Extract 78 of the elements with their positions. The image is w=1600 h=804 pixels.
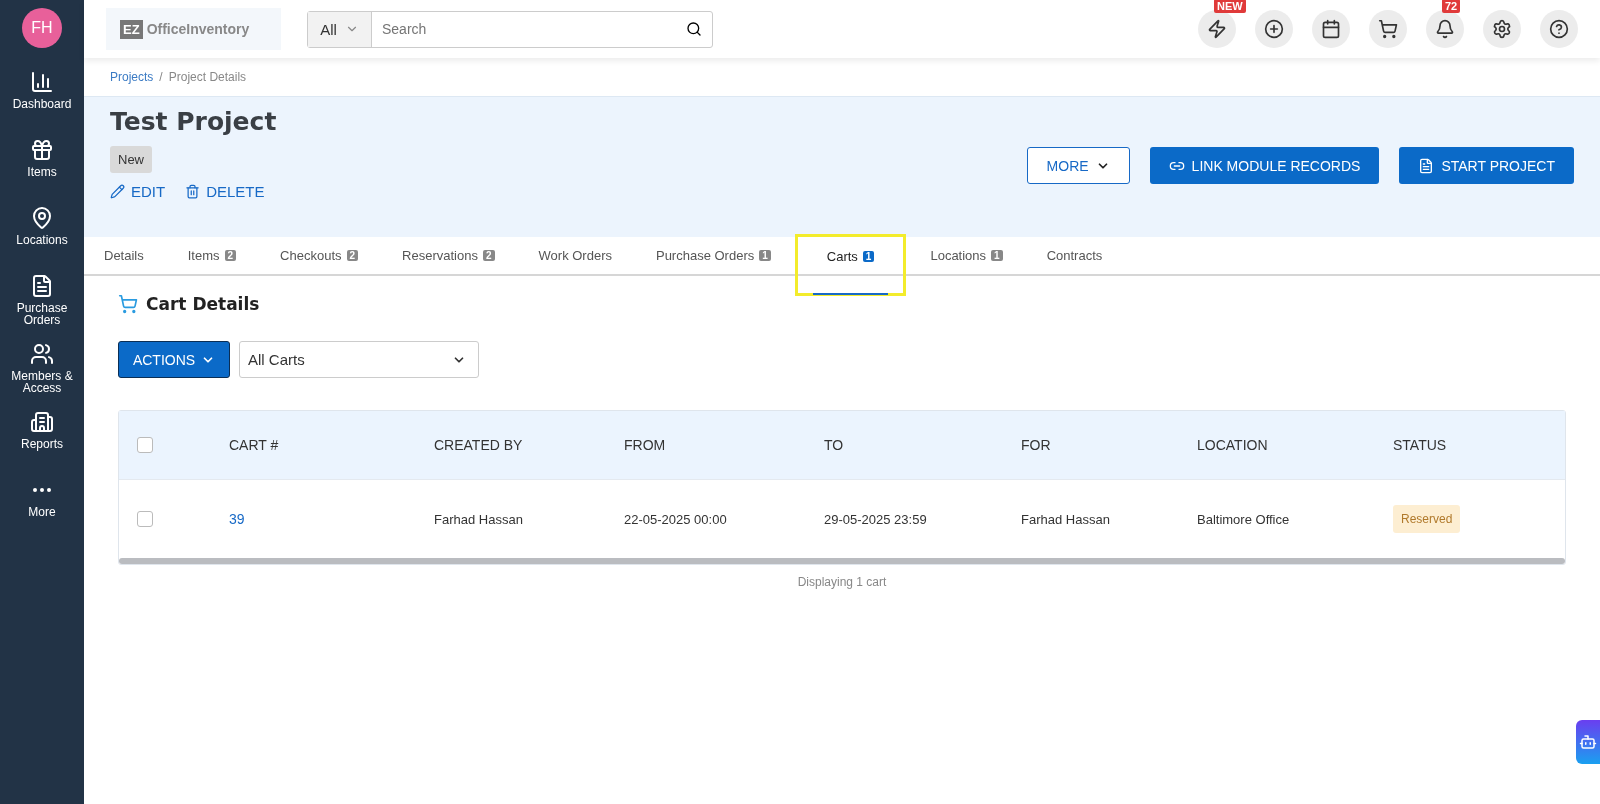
tab[interactable]: Checkouts 2 xyxy=(262,237,377,274)
sidebar-item[interactable]: Reports xyxy=(21,438,63,450)
sidebar-item[interactable]: Purchase Orders xyxy=(2,302,82,326)
tab[interactable]: Details xyxy=(86,237,162,274)
column-header: LOCATION xyxy=(1197,437,1269,453)
tab[interactable]: Locations 1 xyxy=(912,237,1021,274)
delete-link[interactable]: DELETE xyxy=(185,183,265,200)
sidebar-item[interactable]: More xyxy=(28,506,56,518)
chart-icon[interactable] xyxy=(30,70,54,94)
lightning-button[interactable] xyxy=(1198,10,1236,48)
start-project-button[interactable]: START PROJECT xyxy=(1399,147,1574,184)
add-button[interactable] xyxy=(1255,10,1293,48)
tab[interactable]: Contracts xyxy=(1028,237,1121,274)
cart-icon xyxy=(118,294,138,314)
lightning-icon[interactable] xyxy=(1207,19,1227,39)
column-header: CREATED BY xyxy=(434,437,524,453)
breadcrumb-separator: / xyxy=(159,70,163,84)
project-title: Test Project xyxy=(110,107,277,136)
breadcrumb-link[interactable]: Projects xyxy=(110,70,154,84)
pencil-icon[interactable] xyxy=(110,184,125,199)
select-all-checkbox[interactable] xyxy=(137,437,153,453)
column-header: CART # xyxy=(229,437,280,453)
table-cell-text: 22-05-2025 00:00 xyxy=(624,511,728,527)
building-icon[interactable] xyxy=(30,410,54,434)
tab[interactable]: Items 2 xyxy=(169,237,255,274)
scrollbar[interactable] xyxy=(119,558,1565,564)
gift-icon[interactable] xyxy=(30,138,54,162)
help-icon[interactable] xyxy=(1549,19,1569,39)
section-title: Cart Details xyxy=(146,294,260,314)
people-icon[interactable] xyxy=(30,342,54,366)
map-pin-icon[interactable] xyxy=(30,206,54,230)
search-field[interactable]: All Search xyxy=(307,10,713,48)
link-records-button[interactable]: LINK MODULE RECORDS xyxy=(1149,147,1380,184)
table-cell-text: 29-05-2025 23:59 xyxy=(824,511,928,527)
table-cell-text: Farhad Hassan xyxy=(434,511,524,527)
notification-badge: 72 xyxy=(1442,0,1461,13)
notification-badge: NEW xyxy=(1214,0,1246,13)
settings-button[interactable] xyxy=(1483,10,1521,48)
document-icon[interactable] xyxy=(30,274,54,298)
sidebar-item[interactable]: Items xyxy=(27,166,57,178)
status-tag: New xyxy=(110,146,152,173)
settings-icon[interactable] xyxy=(1492,19,1512,39)
search-input[interactable]: Search xyxy=(372,11,686,47)
sidebar-item[interactable]: Dashboard xyxy=(12,98,72,110)
search-icon[interactable] xyxy=(686,21,702,37)
cart-button[interactable] xyxy=(1369,10,1407,48)
column-header: FROM xyxy=(624,437,667,453)
help-button[interactable] xyxy=(1540,10,1578,48)
cart-filter-dropdown[interactable]: All Carts xyxy=(239,341,479,378)
tab[interactable]: Work Orders xyxy=(520,237,630,274)
breadcrumb-current: Project Details xyxy=(168,70,247,84)
table-cell-text: Baltimore Office xyxy=(1197,511,1291,527)
table-cell-text: Farhad Hassan xyxy=(1021,511,1111,527)
robot-icon[interactable] xyxy=(1579,733,1597,751)
actions-button[interactable]: ACTIONS xyxy=(118,341,230,378)
bell-button[interactable] xyxy=(1426,10,1464,48)
calendar-button[interactable] xyxy=(1312,10,1350,48)
cart-icon[interactable] xyxy=(1378,19,1398,39)
cart-link[interactable]: 39 xyxy=(229,511,434,527)
calendar-icon[interactable] xyxy=(1321,19,1341,39)
column-header: TO xyxy=(824,437,845,453)
tab[interactable]: Reservations 2 xyxy=(384,237,513,274)
trash-icon[interactable] xyxy=(185,184,201,199)
edit-link[interactable]: EDIT xyxy=(110,183,166,200)
more-button[interactable]: MORE xyxy=(1026,147,1130,184)
status-tag: Reserved xyxy=(1393,505,1461,533)
bell-icon[interactable] xyxy=(1435,19,1455,39)
sidebar-item[interactable]: Locations xyxy=(16,234,68,246)
logo[interactable]: EZ OfficeInventory xyxy=(106,8,281,50)
sidebar-item[interactable]: Members & Access xyxy=(2,370,82,394)
column-header: FOR xyxy=(1021,437,1052,453)
table-footer-text: Displaying 1 cart xyxy=(796,575,888,589)
add-icon[interactable] xyxy=(1264,19,1284,39)
chatbot-button[interactable] xyxy=(1576,720,1600,764)
tab[interactable]: Purchase Orders 1 xyxy=(637,237,789,274)
column-header: STATUS xyxy=(1393,437,1448,453)
row-checkbox[interactable] xyxy=(137,511,153,527)
tab[interactable]: Carts 1 xyxy=(796,236,905,294)
